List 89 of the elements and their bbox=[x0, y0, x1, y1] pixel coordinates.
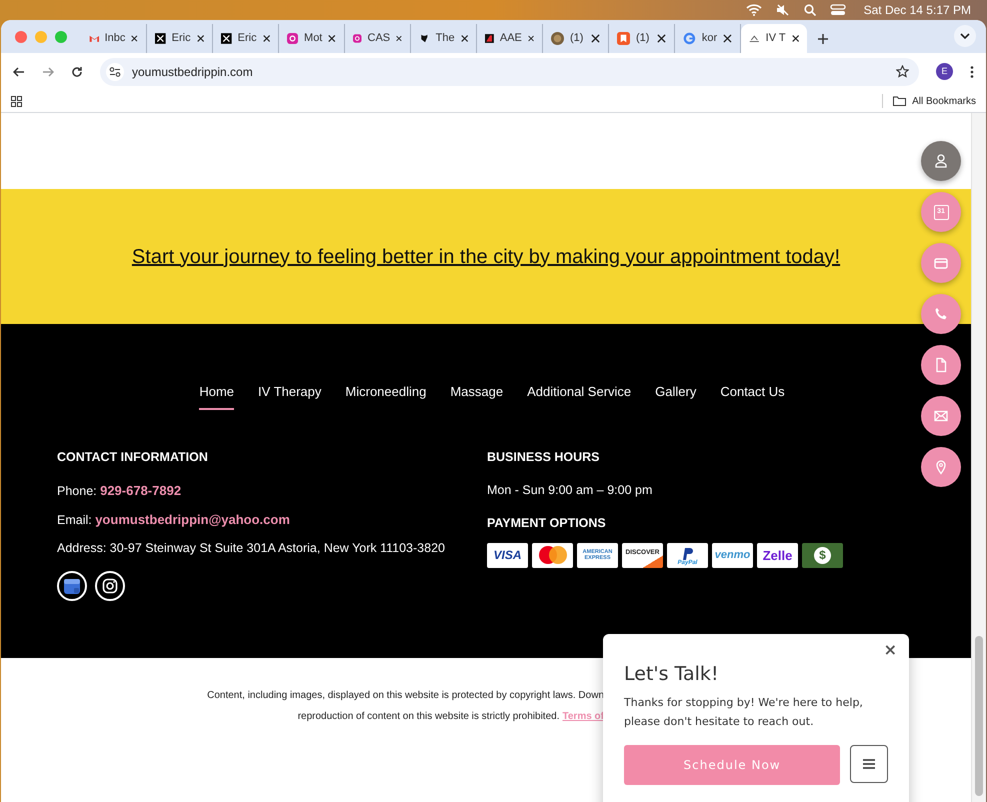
close-icon[interactable] bbox=[723, 34, 732, 43]
site-settings-icon[interactable] bbox=[109, 66, 121, 76]
tab-title: IV T bbox=[766, 31, 786, 46]
section-heading: CONTACT INFORMATION bbox=[57, 448, 209, 466]
instagram-button[interactable] bbox=[95, 570, 125, 600]
tab-title: Mot bbox=[304, 31, 322, 46]
close-icon[interactable] bbox=[328, 34, 336, 43]
close-icon[interactable] bbox=[262, 34, 270, 43]
tab-favicon-icon bbox=[551, 32, 564, 45]
close-icon[interactable] bbox=[396, 34, 402, 43]
scrollbar-thumb[interactable] bbox=[975, 636, 983, 796]
close-icon[interactable] bbox=[591, 34, 600, 43]
close-icon[interactable] bbox=[131, 34, 138, 43]
all-bookmarks-button[interactable]: All Bookmarks bbox=[893, 94, 976, 108]
muted-speaker-icon[interactable] bbox=[776, 4, 790, 16]
control-center-icon[interactable] bbox=[830, 4, 846, 16]
menu-bar-clock[interactable]: Sat Dec 14 5:17 PM bbox=[864, 1, 971, 19]
venmo-logo: venmo bbox=[712, 542, 753, 568]
back-icon[interactable] bbox=[13, 66, 25, 78]
close-button[interactable]: × bbox=[884, 642, 897, 658]
chevron-down-icon bbox=[960, 33, 970, 39]
section-heading: PAYMENT OPTIONS bbox=[487, 515, 607, 532]
footer-nav-link[interactable]: Massage bbox=[450, 382, 504, 410]
tab-favicon-icon bbox=[485, 32, 494, 45]
close-icon[interactable] bbox=[460, 34, 468, 43]
apps-grid-icon[interactable] bbox=[11, 96, 22, 106]
mastercard-logo-icon bbox=[536, 545, 568, 566]
forward-icon[interactable] bbox=[42, 66, 54, 78]
tab-favicon-icon bbox=[155, 32, 166, 45]
popup-message: Thanks for stopping by! We're here to help, please don't hesitate to reach out. bbox=[624, 694, 864, 730]
contact-label: Email: bbox=[57, 513, 93, 527]
footer-nav-link[interactable]: Microneedling bbox=[345, 382, 426, 410]
tab-search-button[interactable] bbox=[954, 25, 976, 47]
menu-button[interactable] bbox=[850, 744, 888, 782]
tab-favicon-icon bbox=[221, 32, 232, 45]
tab-title: Inbc bbox=[104, 31, 126, 46]
tab-title: AAE bbox=[500, 31, 522, 46]
zelle-logo: Zelle bbox=[757, 542, 798, 568]
tab-title: Eric bbox=[172, 31, 191, 46]
user-icon bbox=[933, 153, 949, 169]
address-bar[interactable]: youmustbedrippin.com bbox=[100, 58, 919, 86]
business-hours-text: Mon - Sun 9:00 am – 9:00 pm bbox=[487, 482, 654, 500]
more-menu-icon[interactable] bbox=[970, 66, 974, 78]
reload-icon[interactable] bbox=[71, 66, 83, 78]
search-icon[interactable] bbox=[804, 4, 816, 16]
menu-icon bbox=[863, 758, 876, 768]
storefront-icon bbox=[63, 576, 81, 594]
tab-title: kor bbox=[702, 31, 718, 46]
paypal-p-icon bbox=[682, 548, 692, 560]
section-heading: BUSINESS HOURS bbox=[487, 448, 601, 466]
browser-tab[interactable]: IV T bbox=[741, 24, 807, 53]
close-icon[interactable] bbox=[657, 34, 666, 43]
mail-icon bbox=[933, 408, 949, 424]
close-icon[interactable] bbox=[792, 34, 799, 43]
contact-label: Phone: bbox=[57, 484, 98, 498]
close-icon[interactable] bbox=[528, 34, 534, 43]
tab-favicon-icon bbox=[353, 32, 362, 45]
phone-link[interactable]: 929-678-7892 bbox=[100, 483, 182, 498]
business-profile-button[interactable] bbox=[57, 570, 87, 600]
copyright-text: Content, including images, displayed on this website is protected by copyright laws. Down bbox=[207, 689, 604, 703]
tab-favicon-icon bbox=[617, 32, 630, 45]
footer-nav-link[interactable]: Gallery bbox=[655, 382, 696, 410]
footer-nav-link[interactable]: Home bbox=[199, 382, 234, 410]
tab-favicon-icon bbox=[419, 32, 430, 45]
folder-icon bbox=[893, 96, 906, 106]
tab-title: (1) bbox=[636, 31, 650, 46]
cash-logo: $ bbox=[802, 542, 843, 568]
tab-favicon-icon bbox=[287, 32, 298, 45]
close-icon[interactable] bbox=[196, 34, 204, 43]
popup-title: Let's Talk! bbox=[624, 662, 720, 687]
tab-favicon-icon bbox=[683, 32, 696, 45]
tab-title: (1) bbox=[570, 31, 584, 46]
footer-nav-link[interactable]: IV Therapy bbox=[258, 382, 322, 410]
copyright-text: reproduction of content on this website is strictly prohibited. bbox=[298, 710, 560, 724]
appointment-link[interactable]: Start your journey to feeling better in the city by making your appointment today! bbox=[132, 242, 840, 272]
phone-icon bbox=[933, 306, 949, 322]
profile-avatar[interactable]: E bbox=[936, 63, 953, 80]
footer-nav-link[interactable]: Contact Us bbox=[720, 382, 785, 410]
star-icon[interactable] bbox=[896, 65, 909, 78]
tab-title: Eric bbox=[238, 31, 257, 46]
footer-nav-link[interactable]: Additional Service bbox=[527, 382, 632, 410]
address-text: Address: 30-97 Steinway St Suite 301A Astoria, New York 11103-3820 bbox=[57, 540, 446, 557]
new-tab-icon[interactable] bbox=[817, 32, 829, 44]
wifi-icon[interactable] bbox=[746, 4, 762, 16]
tab-title: CAS bbox=[368, 31, 390, 46]
visa-logo: VISA bbox=[487, 542, 528, 568]
email-link[interactable]: youmustbedrippin@yahoo.com bbox=[95, 512, 290, 527]
tab-title: The bbox=[436, 31, 455, 46]
instagram-icon bbox=[102, 578, 118, 594]
